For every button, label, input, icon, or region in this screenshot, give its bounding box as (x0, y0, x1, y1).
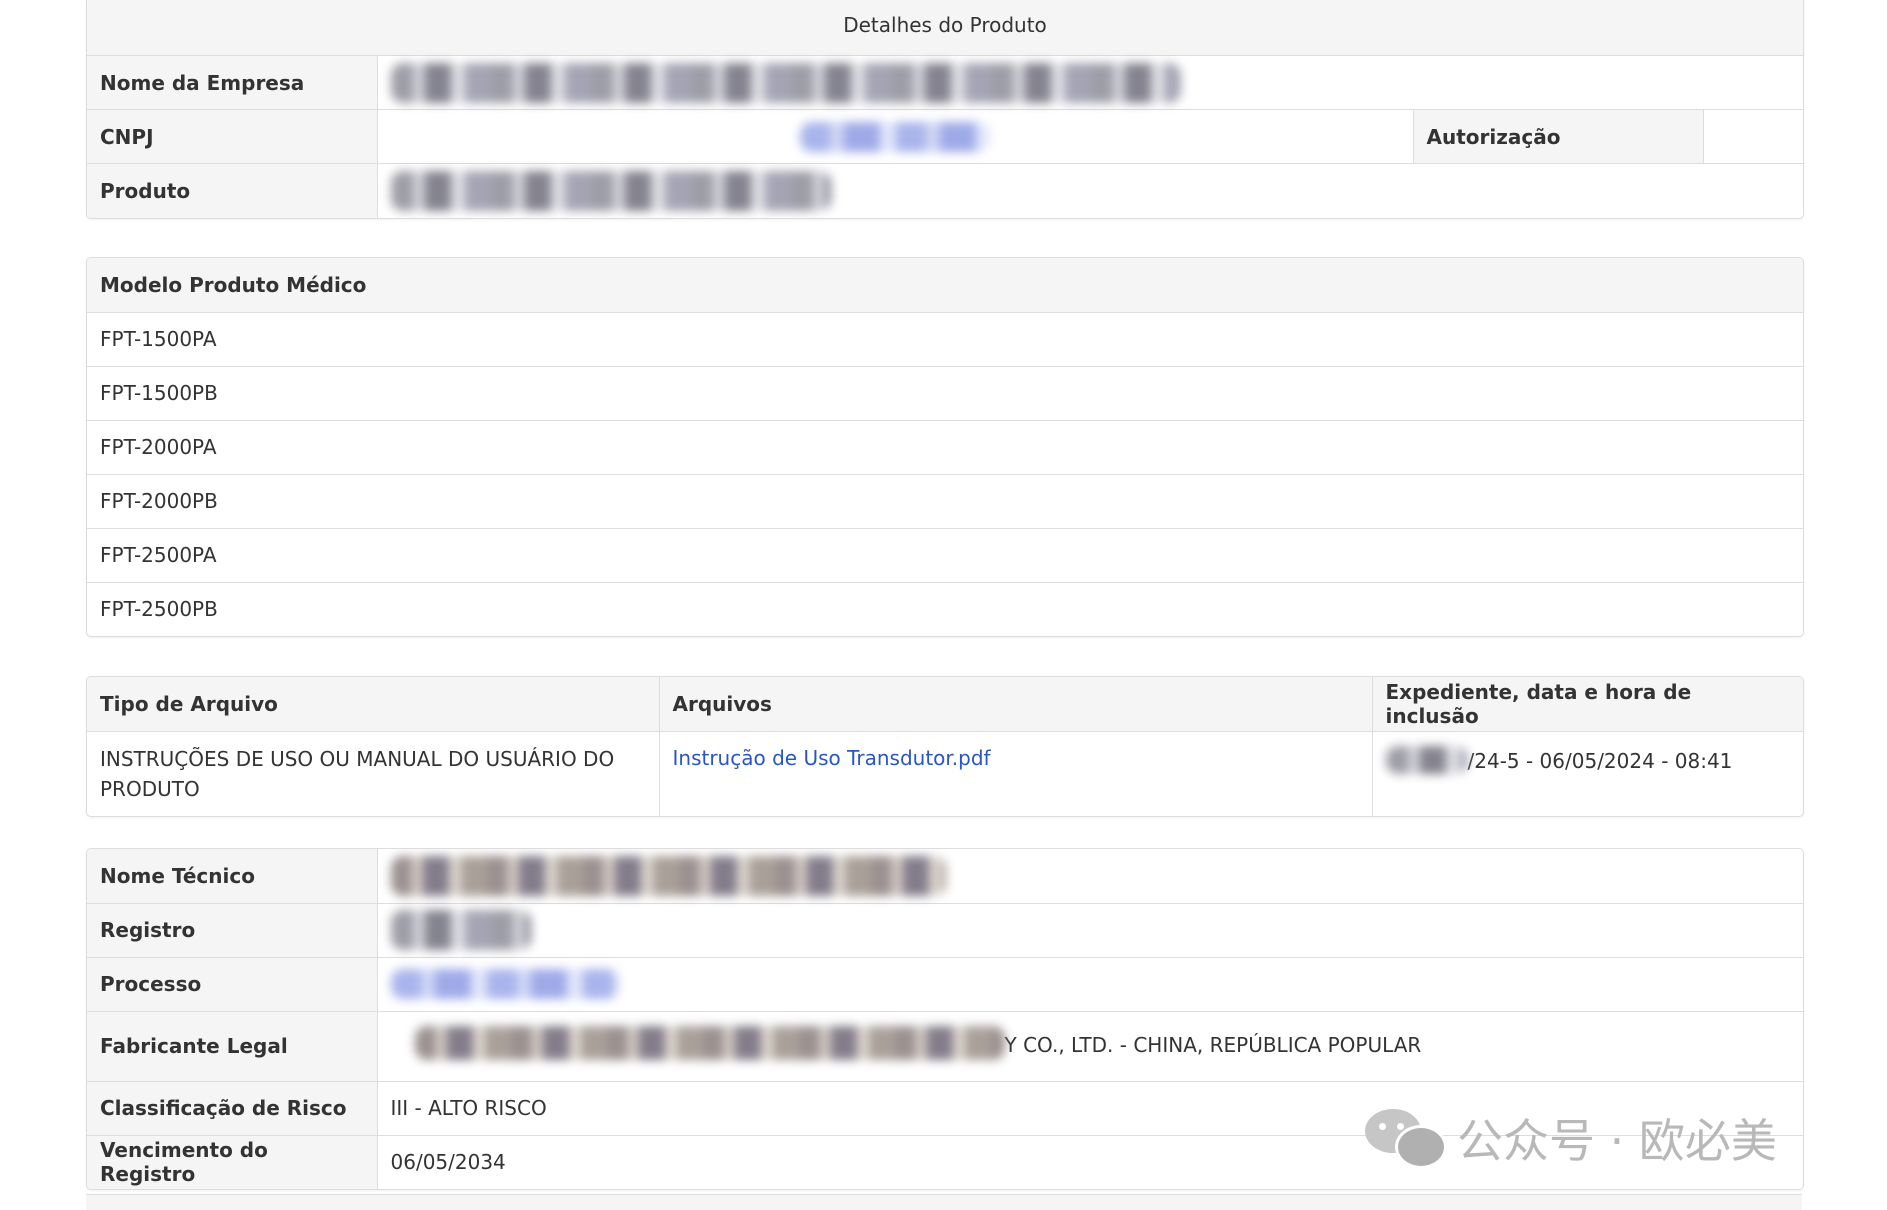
files-header: Arquivos (658, 677, 1372, 731)
manufacturer-value: Y CO., LTD. - CHINA, REPÚBLICA POPULAR (1004, 1032, 1422, 1057)
models-table: Modelo Produto Médico FPT-1500PA FPT-150… (87, 258, 1803, 636)
model-item: FPT-2500PA (87, 527, 1803, 582)
technical-name-label: Nome Técnico (87, 849, 377, 903)
product-value (376, 163, 1803, 218)
models-header: Modelo Produto Médico (87, 258, 1803, 312)
registry-value (376, 902, 1803, 957)
product-details-panel: Detalhes do Produto Nome da Empresa CNPJ… (86, 0, 1804, 219)
watermark-text: 公众号 · 欧必美 (1457, 1114, 1777, 1168)
model-item: FPT-1500PA (87, 311, 1803, 366)
expediente-cell: /24-5 - 06/05/2024 - 08:41 (1371, 730, 1803, 816)
authorization-value (1702, 109, 1803, 164)
manufacturer-cell: Y CO., LTD. - CHINA, REPÚBLICA POPULAR (376, 1010, 1803, 1081)
technical-name-value (376, 849, 1803, 903)
company-name-value (376, 55, 1803, 110)
expiry-label: Vencimento do Registro (87, 1134, 377, 1189)
risk-label: Classificação de Risco (87, 1080, 377, 1135)
file-cell: Instrução de Uso Transdutor.pdf (658, 730, 1372, 816)
panel-title: Detalhes do Produto (87, 0, 1803, 56)
watermark: 公众号 · 欧必美 (1365, 1108, 1777, 1169)
wechat-icon (1365, 1109, 1447, 1169)
manufacturer-label: Fabricante Legal (87, 1010, 377, 1081)
next-panel-edge (86, 1194, 1802, 1210)
model-item: FPT-1500PB (87, 365, 1803, 420)
process-label: Processo (87, 956, 377, 1011)
product-label: Produto (87, 163, 377, 218)
expediente-value: /24-5 - 06/05/2024 - 08:41 (1467, 748, 1733, 773)
model-item: FPT-2000PA (87, 419, 1803, 474)
cnpj-label: CNPJ (87, 109, 377, 164)
file-type-header: Tipo de Arquivo (87, 677, 659, 731)
model-item: FPT-2500PB (87, 581, 1803, 636)
model-item: FPT-2000PB (87, 473, 1803, 528)
expediente-header: Expediente, data e hora de inclusão (1371, 677, 1803, 731)
file-link[interactable]: Instrução de Uso Transdutor.pdf (673, 746, 991, 770)
models-panel: Modelo Produto Médico FPT-1500PA FPT-150… (86, 257, 1804, 637)
registry-label: Registro (87, 902, 377, 957)
file-type-cell: INSTRUÇÕES DE USO OU MANUAL DO USUÁRIO D… (87, 730, 659, 816)
process-value[interactable] (376, 956, 1803, 1011)
files-panel: Tipo de Arquivo Arquivos Expediente, dat… (86, 676, 1804, 817)
product-details-table: Detalhes do Produto Nome da Empresa CNPJ… (87, 0, 1803, 218)
files-table: Tipo de Arquivo Arquivos Expediente, dat… (87, 677, 1803, 816)
table-row: INSTRUÇÕES DE USO OU MANUAL DO USUÁRIO D… (87, 730, 1803, 816)
cnpj-value[interactable] (376, 109, 1413, 164)
authorization-label: Autorização (1412, 109, 1703, 164)
company-name-label: Nome da Empresa (87, 55, 377, 110)
